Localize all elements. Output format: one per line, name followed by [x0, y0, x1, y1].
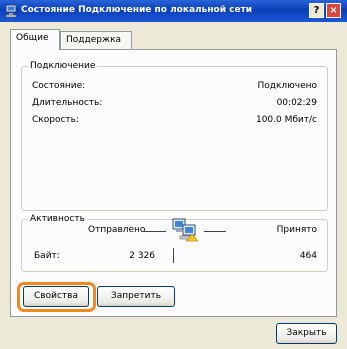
network-computers-icon [172, 218, 199, 242]
properties-button[interactable]: Свойства [23, 286, 89, 307]
status-label: Состояние: [32, 81, 86, 91]
activity-group: Активность Отправлено Принято Байт: 2 32… [21, 214, 328, 272]
tab-general[interactable]: Общие [10, 29, 60, 50]
bytes-divider [173, 248, 174, 263]
help-button[interactable]: ? [309, 3, 324, 18]
window-title: Состояние Подключение по локальной сети [21, 5, 253, 15]
activity-legend: Активность [28, 214, 87, 224]
close-window-button[interactable]: × [326, 3, 341, 18]
tab-panel: Подключение Состояние: Подключено Длител… [10, 49, 337, 317]
duration-value: 00:02:29 [276, 98, 317, 108]
bytes-sent-value: 2 326 [129, 251, 155, 261]
speed-label: Скорость: [32, 115, 79, 125]
title-bar[interactable]: Состояние Подключение по локальной сети … [0, 0, 347, 22]
connection-group: Подключение Состояние: Подключено Длител… [21, 61, 328, 211]
bytes-received-value: 464 [299, 251, 317, 261]
received-label: Принято [276, 225, 317, 235]
received-line [204, 231, 226, 232]
duration-label: Длительность: [32, 98, 103, 108]
sent-line [144, 231, 166, 232]
sent-label: Отправлено [88, 225, 146, 235]
tab-support[interactable]: Поддержка [60, 31, 132, 49]
network-connection-icon [5, 4, 17, 18]
status-value: Подключено [257, 81, 317, 91]
speed-value: 100.0 Мбит/с [255, 115, 317, 125]
bytes-label: Байт: [34, 251, 60, 261]
connection-legend: Подключение [28, 61, 98, 71]
disable-button[interactable]: Запретить [97, 286, 175, 307]
close-button[interactable]: Закрыть [276, 323, 337, 344]
